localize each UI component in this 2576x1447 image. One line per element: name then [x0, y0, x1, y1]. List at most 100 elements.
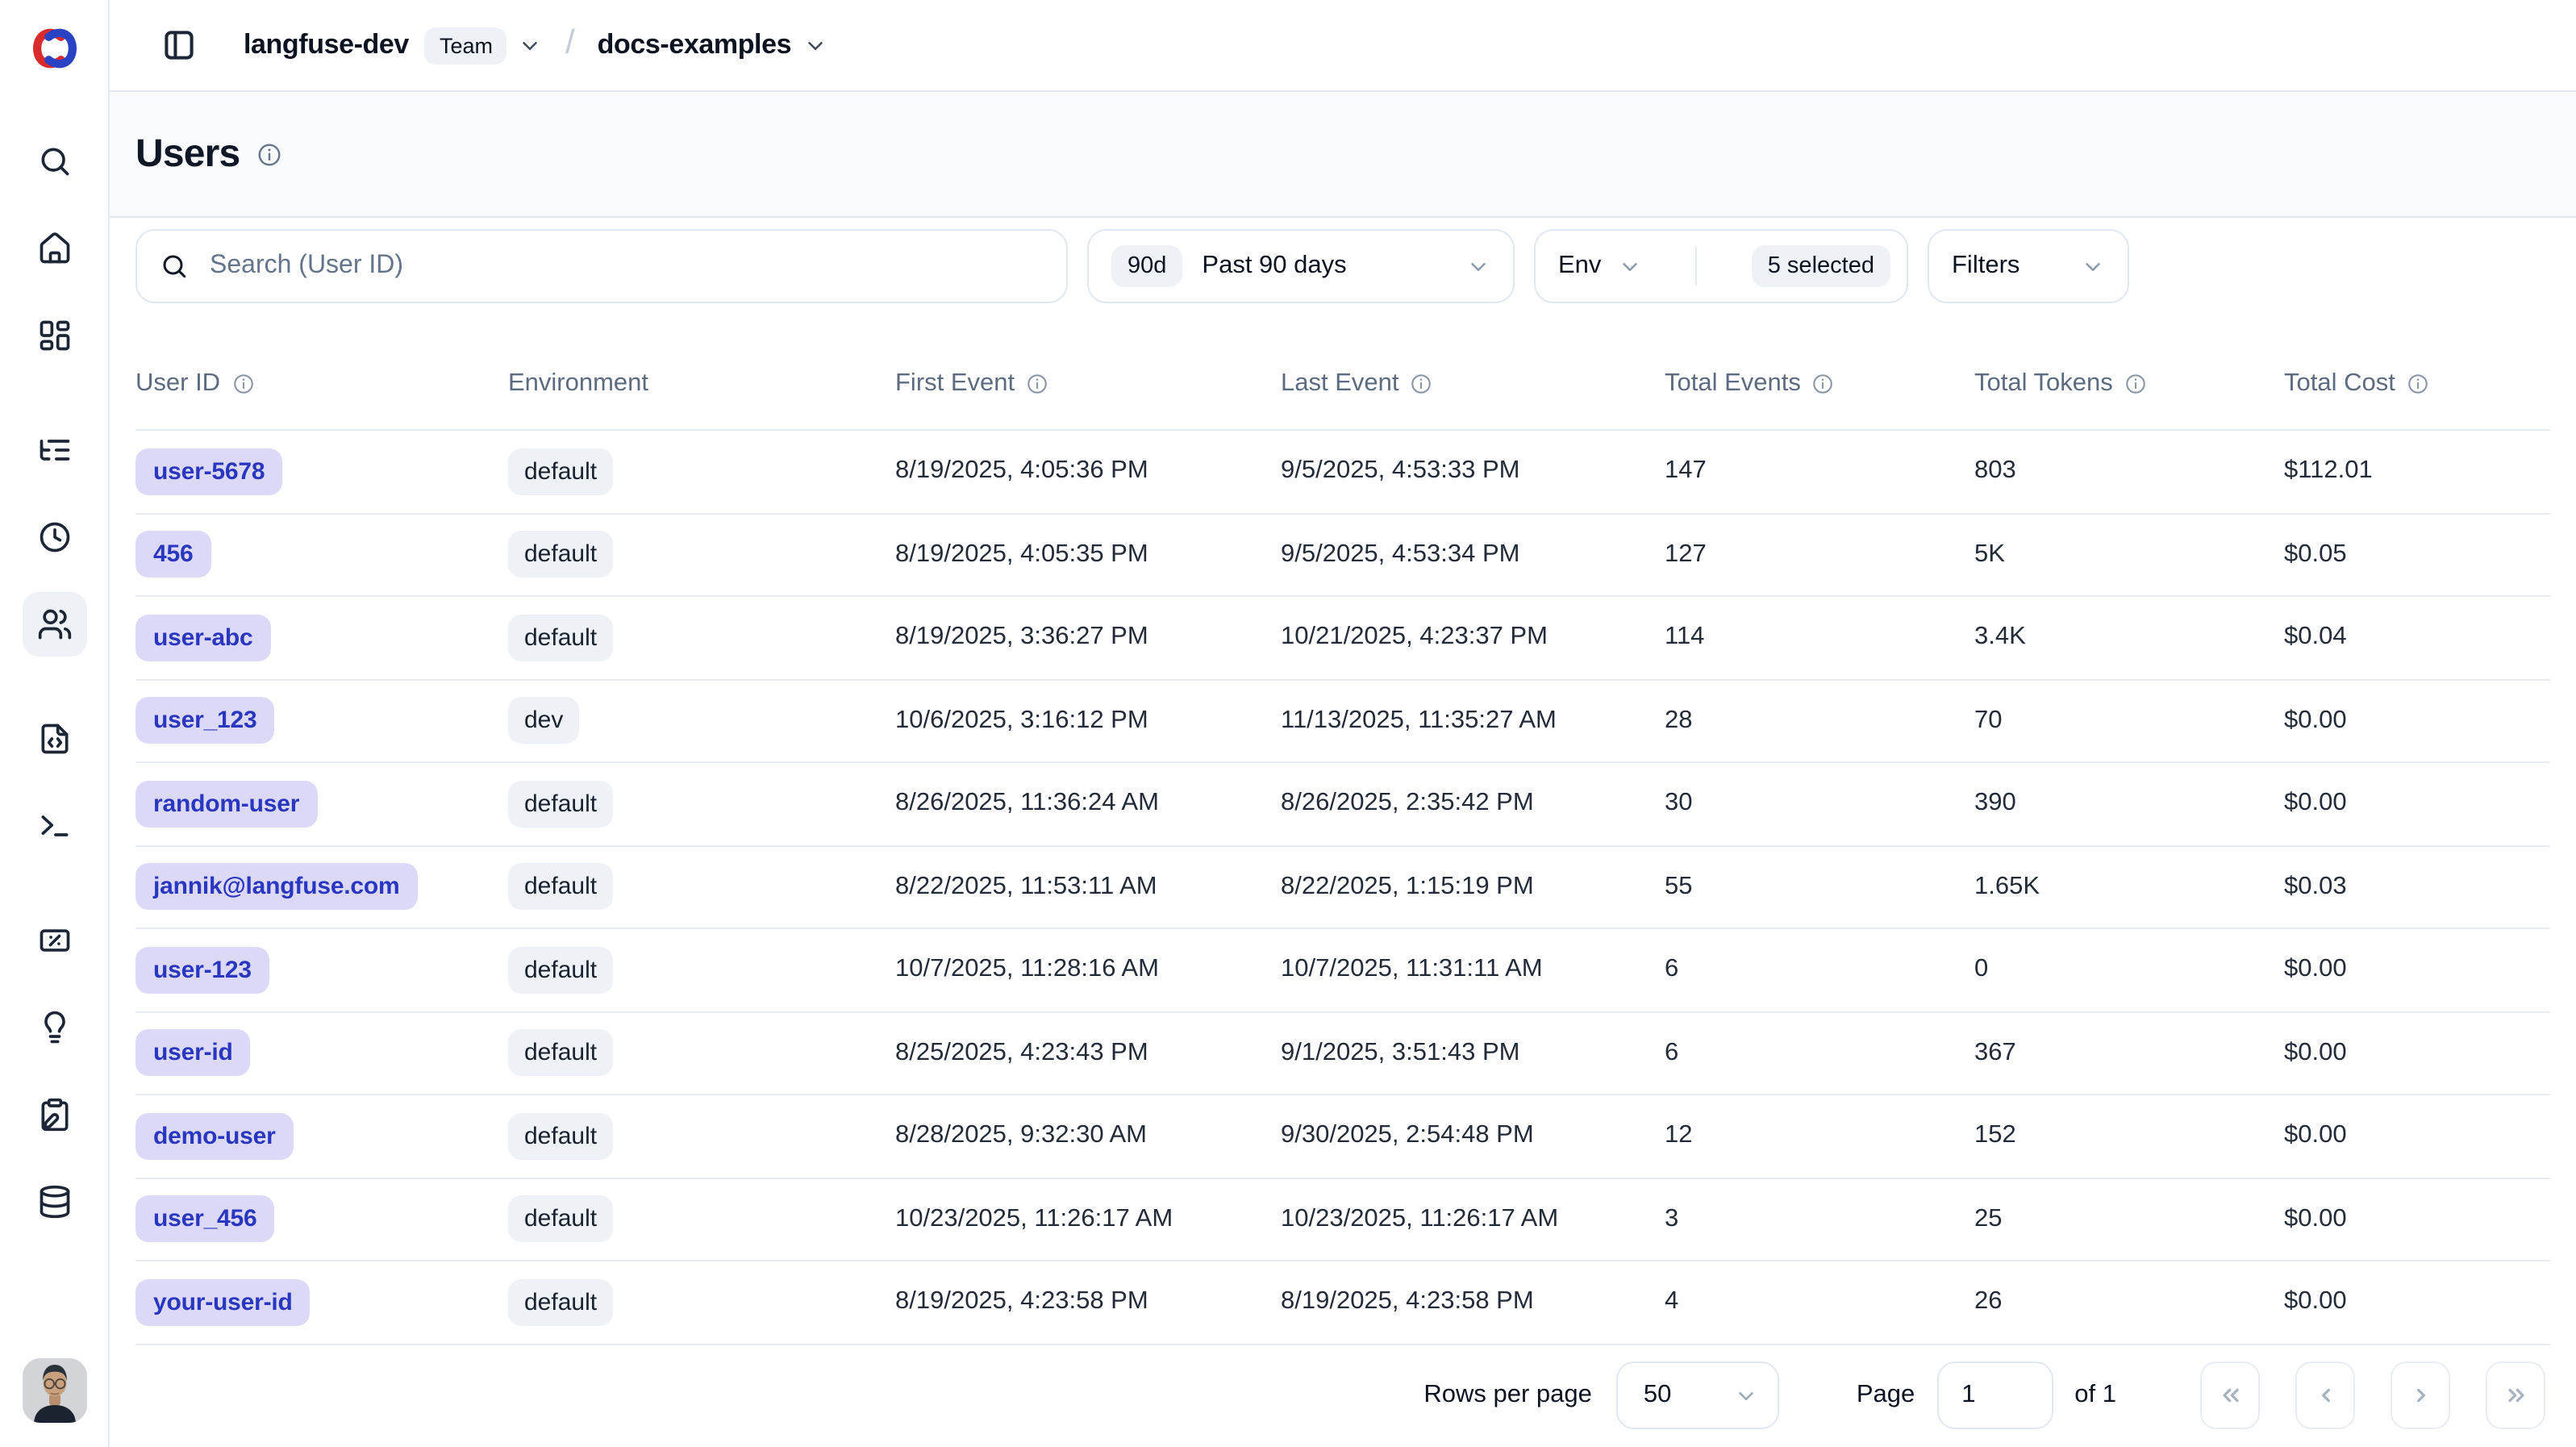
- user-avatar[interactable]: [22, 1358, 86, 1423]
- user-id-badge[interactable]: demo-user: [135, 1113, 294, 1160]
- table-row[interactable]: jannik@langfuse.com default 8/22/2025, 1…: [135, 846, 2550, 929]
- user-id-badge[interactable]: your-user-id: [135, 1279, 311, 1326]
- time-range-button[interactable]: 90d Past 90 days: [1087, 229, 1515, 303]
- sidebar-item-search[interactable]: [22, 129, 86, 194]
- table-row[interactable]: user_456 default 10/23/2025, 11:26:17 AM…: [135, 1178, 2550, 1261]
- environment-badge: default: [508, 1196, 613, 1243]
- first-event-cell: 8/19/2025, 3:36:27 PM: [895, 623, 1281, 653]
- first-event-cell: 10/7/2025, 11:28:16 AM: [895, 956, 1281, 985]
- trace-tree-icon: [36, 432, 72, 468]
- total-events-cell: 114: [1665, 623, 1974, 653]
- users-icon: [36, 607, 72, 642]
- table-row[interactable]: user-id default 8/25/2025, 4:23:43 PM 9/…: [135, 1012, 2550, 1095]
- search-input[interactable]: [210, 252, 1044, 281]
- chevrons-right-icon: [2503, 1383, 2528, 1409]
- org-switcher-button[interactable]: [519, 33, 543, 57]
- table-row[interactable]: 456 default 8/19/2025, 4:05:35 PM 9/5/20…: [135, 514, 2550, 597]
- last-event-cell: 8/26/2025, 2:35:42 PM: [1281, 790, 1665, 819]
- table-row[interactable]: user-5678 default 8/19/2025, 4:05:36 PM …: [135, 431, 2550, 514]
- first-event-cell: 10/23/2025, 11:26:17 AM: [895, 1205, 1281, 1234]
- total-cost-cell: $0.00: [2284, 1288, 2550, 1317]
- sidebar-item-judge[interactable]: [22, 995, 86, 1060]
- environment-badge: default: [508, 781, 613, 828]
- user-id-badge[interactable]: user-abc: [135, 615, 270, 661]
- table-row[interactable]: random-user default 8/26/2025, 11:36:24 …: [135, 763, 2550, 846]
- project-name[interactable]: docs-examples: [598, 29, 792, 61]
- sidebar-item-prompts[interactable]: [22, 707, 86, 771]
- lightbulb-icon: [36, 1010, 72, 1045]
- total-events-cell: 6: [1665, 1039, 1974, 1068]
- sidebar-item-datasets[interactable]: [22, 1170, 86, 1234]
- column-header-environment[interactable]: Environment: [508, 369, 895, 398]
- column-info-icon[interactable]: [1026, 373, 1048, 395]
- sidebar-item-annotation[interactable]: [22, 1082, 86, 1147]
- sidebar-item-dashboards[interactable]: [22, 303, 86, 368]
- column-info-icon[interactable]: [1812, 373, 1835, 395]
- sidebar-item-playground[interactable]: [22, 794, 86, 858]
- column-header-total-events[interactable]: Total Events: [1665, 369, 1974, 398]
- last-event-cell: 9/5/2025, 4:53:34 PM: [1281, 540, 1665, 569]
- last-event-cell: 9/1/2025, 3:51:43 PM: [1281, 1039, 1665, 1068]
- main-area: langfuse-dev Team / docs-examples Users: [110, 0, 2576, 1447]
- sidebar-item-home[interactable]: [22, 216, 86, 281]
- org-plan-badge: Team: [425, 27, 507, 64]
- page-number-input[interactable]: [1937, 1362, 2053, 1430]
- user-id-badge[interactable]: user_123: [135, 698, 275, 744]
- user-id-badge[interactable]: jannik@langfuse.com: [135, 864, 418, 911]
- app-window: langfuse-dev Team / docs-examples Users: [0, 0, 2576, 1447]
- last-page-button[interactable]: [2486, 1362, 2545, 1430]
- chevron-right-icon: [2407, 1383, 2433, 1409]
- column-header-first-event[interactable]: First Event: [895, 369, 1281, 398]
- column-info-icon[interactable]: [1411, 373, 1433, 395]
- column-header-last-event[interactable]: Last Event: [1281, 369, 1665, 398]
- sidebar-item-sessions[interactable]: [22, 505, 86, 569]
- filters-button[interactable]: Filters: [1928, 229, 2129, 303]
- total-cost-cell: $112.01: [2284, 457, 2550, 486]
- column-header-total-cost[interactable]: Total Cost: [2284, 369, 2550, 398]
- chevron-down-icon: [2081, 254, 2105, 278]
- sidebar-toggle-button[interactable]: [152, 18, 206, 73]
- last-event-cell: 8/22/2025, 1:15:19 PM: [1281, 873, 1665, 902]
- next-page-button[interactable]: [2391, 1362, 2450, 1430]
- column-header-total-tokens[interactable]: Total Tokens: [1974, 369, 2284, 398]
- last-event-cell: 11/13/2025, 11:35:27 AM: [1281, 707, 1665, 736]
- total-tokens-cell: 152: [1974, 1122, 2284, 1151]
- column-header-user-id[interactable]: User ID: [135, 369, 508, 398]
- column-info-icon[interactable]: [231, 373, 254, 395]
- user-id-badge[interactable]: random-user: [135, 781, 317, 828]
- environment-filter-button[interactable]: Env 5 selected: [1534, 229, 1908, 303]
- project-switcher-button[interactable]: [802, 33, 827, 57]
- rows-per-page-label: Rows per page: [1423, 1382, 1592, 1411]
- page-info-icon[interactable]: [256, 141, 281, 167]
- table-row[interactable]: user_123 dev 10/6/2025, 3:16:12 PM 11/13…: [135, 680, 2550, 763]
- chevron-left-icon: [2312, 1383, 2338, 1409]
- column-info-icon[interactable]: [2124, 373, 2147, 395]
- user-id-badge[interactable]: user-123: [135, 947, 269, 994]
- total-tokens-cell: 5K: [1974, 540, 2284, 569]
- env-selected-badge: 5 selected: [1752, 245, 1890, 287]
- last-event-cell: 10/23/2025, 11:26:17 AM: [1281, 1205, 1665, 1234]
- sidebar-item-tracing[interactable]: [22, 418, 86, 482]
- table-row[interactable]: user-abc default 8/19/2025, 3:36:27 PM 1…: [135, 597, 2550, 680]
- column-info-icon[interactable]: [2407, 373, 2429, 395]
- user-id-badge[interactable]: user-id: [135, 1030, 251, 1077]
- breadcrumb-separator: /: [565, 24, 575, 63]
- table-body: user-5678 default 8/19/2025, 4:05:36 PM …: [135, 431, 2550, 1345]
- sidebar-item-evaluation[interactable]: [22, 908, 86, 973]
- table-row[interactable]: your-user-id default 8/19/2025, 4:23:58 …: [135, 1261, 2550, 1345]
- previous-page-button[interactable]: [2295, 1362, 2355, 1430]
- total-events-cell: 4: [1665, 1288, 1974, 1317]
- sidebar-item-users[interactable]: [22, 592, 86, 657]
- table-row[interactable]: demo-user default 8/28/2025, 9:32:30 AM …: [135, 1095, 2550, 1178]
- table-row[interactable]: user-123 default 10/7/2025, 11:28:16 AM …: [135, 929, 2550, 1012]
- total-events-cell: 30: [1665, 790, 1974, 819]
- first-page-button[interactable]: [2200, 1362, 2260, 1430]
- user-id-badge[interactable]: user_456: [135, 1196, 275, 1243]
- total-tokens-cell: 0: [1974, 956, 2284, 985]
- org-name[interactable]: langfuse-dev: [244, 29, 409, 61]
- user-id-badge[interactable]: 456: [135, 532, 210, 578]
- user-id-badge[interactable]: user-5678: [135, 448, 282, 495]
- rows-per-page-select[interactable]: 50: [1616, 1362, 1779, 1430]
- chevron-down-icon: [1466, 254, 1490, 278]
- percent-card-icon: [36, 923, 72, 958]
